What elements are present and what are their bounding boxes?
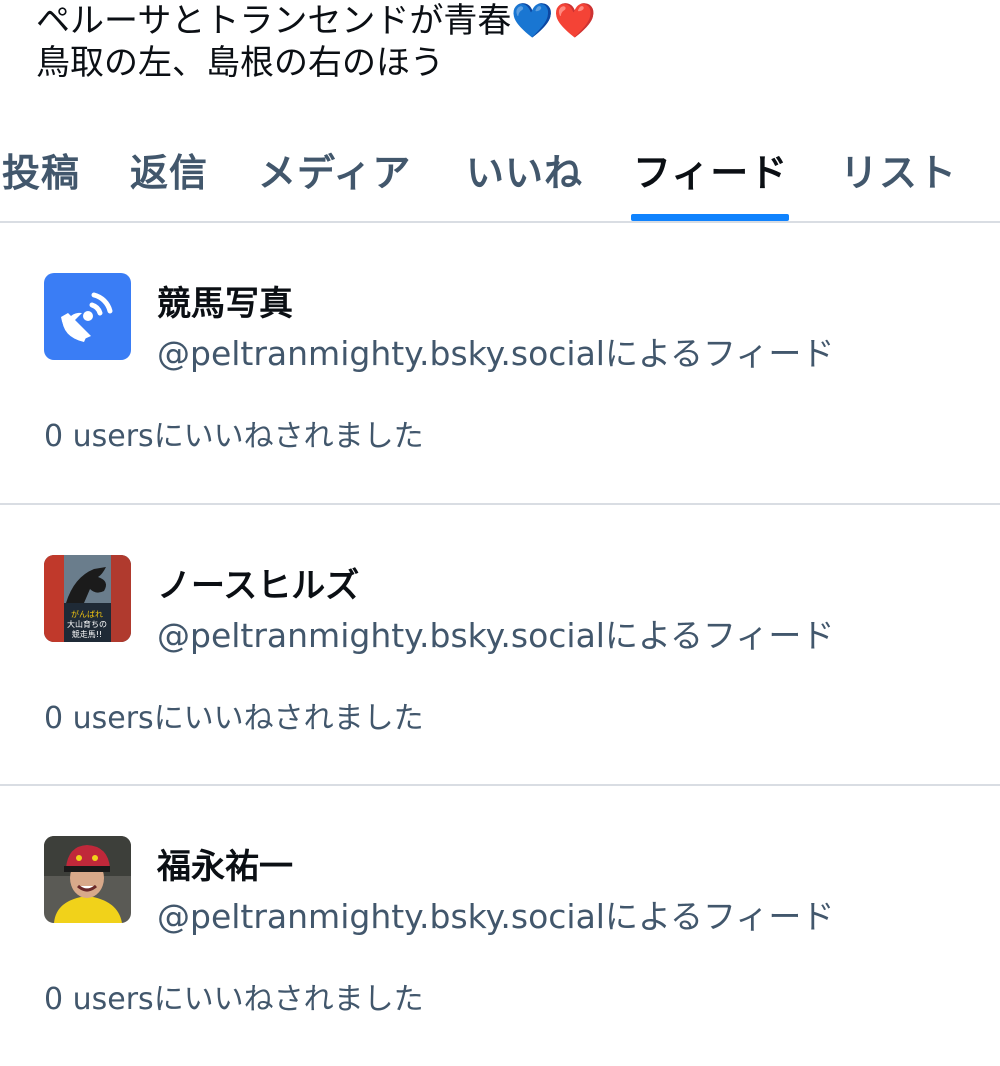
feed-like-count: 0 usersにいいねされました [44, 419, 424, 454]
jockey-photo-image [44, 836, 131, 923]
tab-feeds[interactable]: フィード [633, 142, 788, 197]
feed-author: @peltranmighty.bsky.socialによるフィード [157, 334, 835, 373]
tab-posts[interactable]: 投稿 [2, 142, 80, 197]
bio-line-1: ペルーサとトランセンドが青春💙❤️ [36, 1, 596, 41]
profile-bio: ペルーサとトランセンドが青春💙❤️ 鳥取の左、島根の右のほう [36, 0, 596, 84]
racehorse-poster-image: がんばれ 大山育ちの 競走馬!! [44, 555, 131, 642]
tab-lists[interactable]: リスト [840, 142, 957, 197]
svg-text:がんばれ: がんばれ [71, 609, 103, 619]
profile-tabs: 投稿 返信 メディア いいね フィード リスト [0, 112, 1000, 222]
tab-replies[interactable]: 返信 [130, 142, 208, 197]
feed-author: @peltranmighty.bsky.socialによるフィード [157, 616, 835, 655]
bio-line-2: 鳥取の左、島根の右のほう [36, 43, 444, 83]
feed-card[interactable]: がんばれ 大山育ちの 競走馬!! ノースヒルズ @peltranmighty.b… [0, 505, 1000, 785]
feed-title: 競馬写真 [157, 284, 293, 324]
satellite-dish-icon [44, 273, 131, 360]
feed-author: @peltranmighty.bsky.socialによるフィード [157, 897, 835, 936]
feed-title: ノースヒルズ [157, 566, 360, 606]
svg-text:大山育ちの: 大山育ちの [67, 619, 107, 629]
active-tab-indicator [631, 214, 789, 221]
feed-like-count: 0 usersにいいねされました [44, 701, 424, 736]
tab-media[interactable]: メディア [258, 142, 411, 197]
svg-text:競走馬!!: 競走馬!! [72, 629, 102, 639]
tab-likes[interactable]: いいね [466, 142, 583, 197]
feed-title: 福永祐一 [157, 847, 293, 887]
feed-card[interactable]: 競馬写真 @peltranmighty.bsky.socialによるフィード 0… [0, 223, 1000, 503]
feed-card[interactable]: 福永祐一 @peltranmighty.bsky.socialによるフィード 0… [0, 786, 1000, 1066]
feed-like-count: 0 usersにいいねされました [44, 982, 424, 1017]
